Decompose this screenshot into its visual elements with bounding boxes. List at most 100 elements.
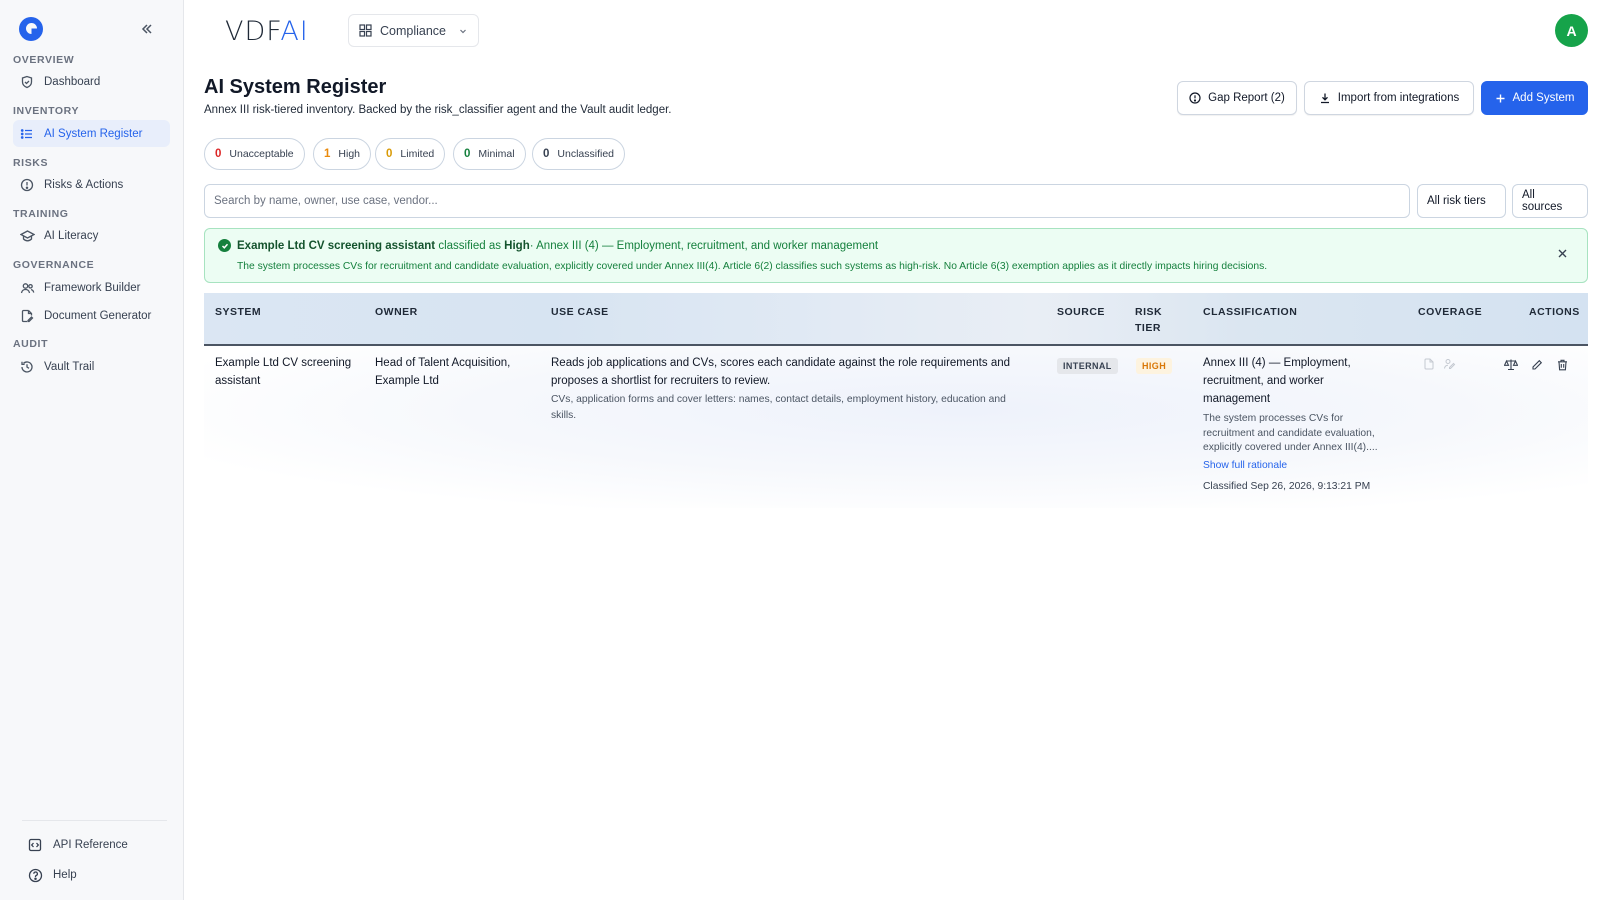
trash-icon[interactable]	[1555, 357, 1570, 372]
cell-use-case: Reads job applications and CVs, scores e…	[551, 354, 1010, 390]
table-row[interactable]: Example Ltd CV screening assistant Head …	[204, 346, 1588, 508]
classification-line: recruitment, and worker	[1203, 375, 1324, 387]
search-input[interactable]	[204, 184, 1410, 218]
sidebar-item-risks-actions[interactable]: Risks & Actions	[13, 171, 170, 198]
owner-line: Example Ltd	[375, 375, 439, 387]
sidebar-divider	[22, 820, 167, 821]
risk-tier-filter-label: All risk tiers	[1427, 195, 1486, 207]
brand-accent-text: AI	[280, 16, 309, 47]
check-circle-icon	[218, 239, 231, 252]
add-system-label: Add System	[1512, 92, 1575, 104]
close-icon[interactable]	[1555, 246, 1569, 260]
sidebar-item-vault-trail[interactable]: Vault Trail	[13, 353, 170, 380]
brand-logo[interactable]: VDFAI	[225, 16, 309, 47]
tier-count: 0	[543, 148, 550, 160]
gap-report-button[interactable]: Gap Report (2)	[1177, 81, 1297, 115]
brand-text: VDF	[225, 16, 281, 47]
sidebar-item-ai-system-register[interactable]: AI System Register	[13, 120, 170, 147]
section-label-overview: OVERVIEW	[13, 54, 75, 66]
user-avatar[interactable]: A	[1555, 14, 1588, 47]
notice-classified-as: classified as	[438, 240, 501, 252]
help-circle-icon	[27, 867, 43, 883]
document-edit-icon	[19, 308, 35, 324]
column-header-use-case: USE CASE	[551, 306, 609, 318]
column-header-coverage: COVERAGE	[1418, 306, 1483, 318]
notice-tier: High	[504, 240, 530, 252]
notice-system-name: Example Ltd CV screening assistant	[237, 240, 436, 252]
tier-chip-limited[interactable]: 0 Limited	[375, 138, 446, 170]
section-label-inventory: INVENTORY	[13, 105, 80, 117]
tier-count: 1	[324, 148, 331, 160]
column-header-system: SYSTEM	[215, 306, 262, 318]
page-subtitle: Annex III risk-tiered inventory. Backed …	[204, 104, 672, 116]
app-logo-icon[interactable]	[19, 17, 43, 41]
source-filter-label: All sources	[1522, 189, 1563, 213]
sidebar-item-document-generator[interactable]: Document Generator	[13, 302, 170, 329]
users-icon	[19, 280, 35, 296]
notice-category: · Annex III (4) — Employment, recruitmen…	[529, 240, 879, 252]
rationale-line: recruitment and candidate evaluation,	[1203, 427, 1375, 439]
show-full-rationale-link[interactable]: Show full rationale	[1203, 460, 1287, 471]
import-integrations-label: Import from integrations	[1337, 92, 1460, 104]
column-header-actions: ACTIONS	[1529, 306, 1580, 318]
graduation-cap-icon	[19, 228, 35, 244]
system-name-line: assistant	[215, 375, 261, 387]
column-header-source: SOURCE	[1057, 306, 1105, 318]
sidebar-item-label: Risks & Actions	[44, 178, 124, 191]
sidebar: OVERVIEW Dashboard INVENTORY AI System R…	[0, 0, 184, 900]
notice-rationale: The system processes CVs for recruitment…	[237, 261, 1268, 272]
owner-line: Head of Talent Acquisition,	[375, 357, 511, 369]
cell-system: Example Ltd CV screening assistant	[215, 354, 351, 390]
document-coverage-icon	[1422, 357, 1435, 370]
gap-report-label: Gap Report (2)	[1208, 92, 1285, 104]
rationale-line: The system processes CVs for	[1203, 413, 1344, 424]
tier-chip-minimal[interactable]: 0 Minimal	[453, 138, 526, 170]
classification-rationale: The system processes CVs for recruitment…	[1203, 412, 1378, 456]
sidebar-item-framework-builder[interactable]: Framework Builder	[13, 274, 170, 301]
chevron-down-icon	[458, 26, 468, 36]
sidebar-item-label: Help	[53, 869, 77, 881]
sidebar-item-label: Framework Builder	[44, 281, 141, 294]
sidebar-item-label: Document Generator	[44, 309, 152, 322]
rationale-line: explicitly covered under Annex III(4)...…	[1203, 442, 1378, 453]
use-case-line: Reads job applications and CVs, scores e…	[551, 357, 1011, 369]
column-header-risk-tier-line2: TIER	[1135, 322, 1161, 334]
history-icon	[19, 359, 35, 375]
cell-classification: Annex III (4) — Employment, recruitment,…	[1203, 354, 1351, 408]
grid-icon	[359, 24, 372, 37]
data-categories-line: CVs, application forms and cover letters…	[551, 394, 1006, 405]
tier-chip-high[interactable]: 1 High	[313, 138, 372, 170]
sidebar-item-label: AI Literacy	[44, 229, 99, 242]
system-name-line: Example Ltd CV screening	[215, 357, 352, 369]
column-header-risk-tier-line1: RISK	[1135, 306, 1163, 318]
sidebar-item-help[interactable]: Help	[27, 864, 77, 886]
data-categories-line: skills.	[551, 410, 577, 421]
sidebar-item-label: API Reference	[53, 839, 128, 851]
tier-chip-unclassified[interactable]: 0 Unclassified	[532, 138, 626, 170]
section-label-governance: GOVERNANCE	[13, 259, 95, 271]
import-integrations-button[interactable]: Import from integrations	[1304, 81, 1474, 115]
sidebar-item-ai-literacy[interactable]: AI Literacy	[13, 222, 170, 249]
scale-icon[interactable]	[1503, 357, 1518, 372]
edit-pencil-icon[interactable]	[1529, 357, 1544, 372]
risk-tier-filter[interactable]: All risk tiers	[1417, 184, 1506, 218]
sidebar-item-dashboard[interactable]: Dashboard	[13, 68, 170, 95]
alert-circle-icon	[1189, 92, 1201, 104]
classification-notice: Example Ltd CV screening assistant class…	[204, 228, 1588, 283]
source-badge: INTERNAL	[1057, 358, 1118, 374]
sidebar-item-label: Vault Trail	[44, 360, 95, 373]
module-switcher[interactable]: Compliance	[348, 14, 479, 47]
tier-count: 0	[464, 148, 471, 160]
add-system-button[interactable]: Add System	[1481, 81, 1588, 115]
collapse-sidebar-icon[interactable]	[138, 20, 156, 38]
sidebar-item-label: Dashboard	[44, 75, 101, 88]
column-header-owner: OWNER	[375, 306, 418, 318]
cell-data-categories: CVs, application forms and cover letters…	[551, 392, 1006, 424]
sidebar-item-api-reference[interactable]: API Reference	[27, 834, 128, 856]
tier-label: High	[338, 148, 361, 160]
classification-line: Annex III (4) — Employment,	[1203, 357, 1351, 369]
tier-label: Unclassified	[557, 148, 615, 160]
column-header-classification: CLASSIFICATION	[1203, 306, 1298, 318]
tier-chip-unacceptable[interactable]: 0 Unacceptable	[204, 138, 305, 170]
source-filter[interactable]: All sources	[1512, 184, 1588, 218]
